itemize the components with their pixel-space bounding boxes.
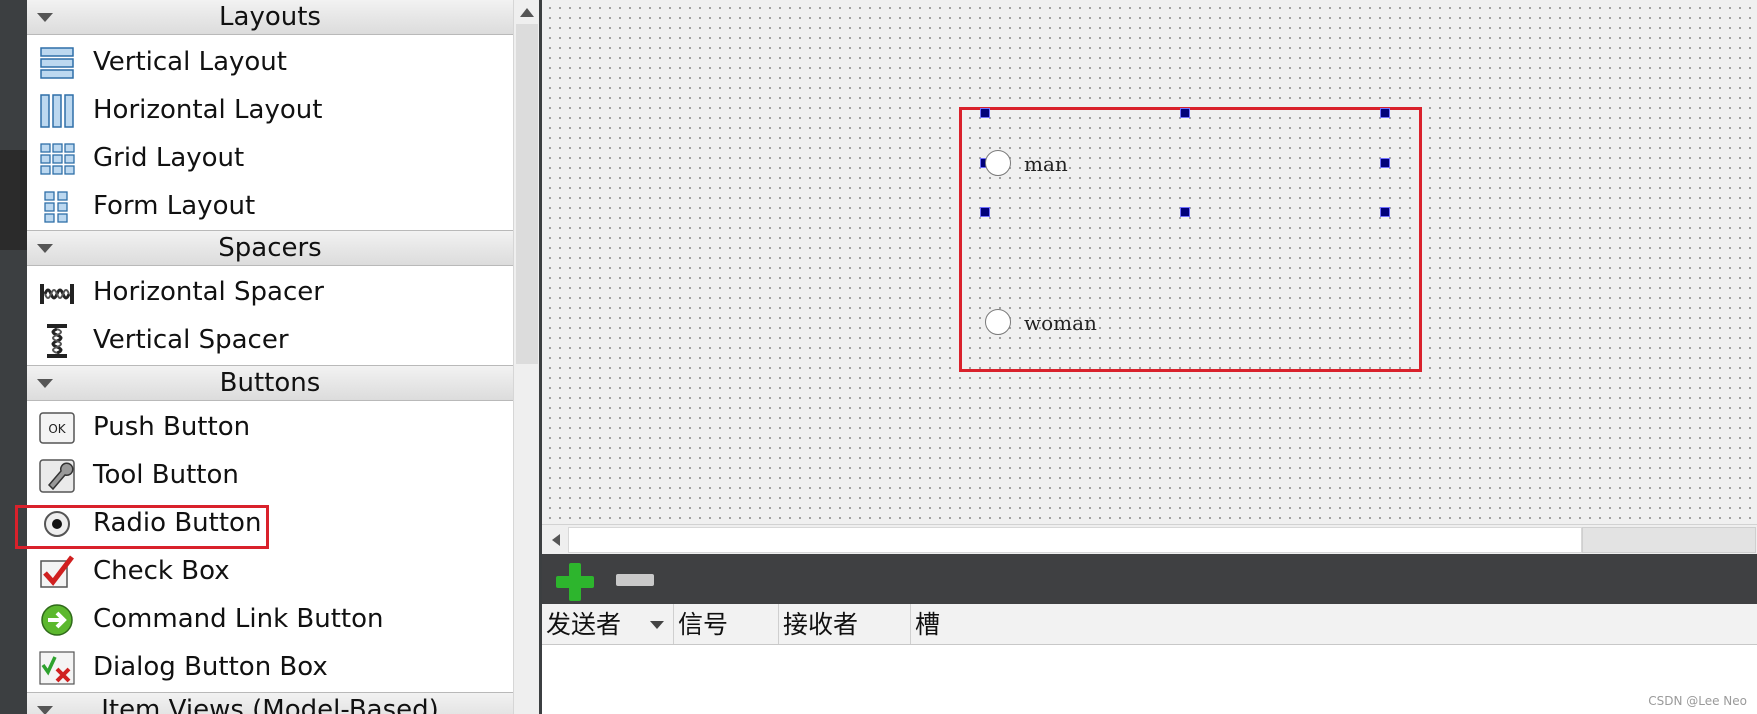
sort-down-arrow-icon[interactable] [650,621,664,629]
signal-slot-toolbar [542,554,1757,604]
svg-text:OK: OK [48,422,66,436]
widget-item-horizontal-spacer[interactable]: Horizontal Spacer [27,270,513,314]
widget-item-label: Check Box [93,556,230,586]
widget-item-label: Vertical Spacer [93,325,289,355]
widget-item-label: Form Layout [93,191,256,221]
scroll-thumb[interactable] [516,24,538,364]
category-header-layouts[interactable]: Layouts [27,0,513,35]
form-layout-icon [44,191,68,223]
watermark-text: CSDN @Lee Neo [1648,694,1747,708]
radio-button-highlight-box [15,505,269,549]
column-slot-label: 槽 [915,610,941,639]
column-slot[interactable]: 槽 [911,604,1757,644]
push-button-icon: OK [39,412,75,444]
widget-item-grid-layout[interactable]: Grid Layout [27,136,513,180]
radio-man-indicator[interactable] [985,150,1011,176]
widget-item-label: Push Button [93,412,251,442]
radio-man-label[interactable]: man [1024,152,1068,176]
collapse-arrow-icon [37,706,53,714]
selection-handle[interactable] [1380,158,1390,168]
radio-woman-indicator[interactable] [985,309,1011,335]
grid-layout-icon [40,143,75,175]
scroll-left-arrow-icon[interactable] [552,534,560,546]
category-header-buttons[interactable]: Buttons [27,365,513,401]
widget-item-form-layout[interactable]: Form Layout [27,184,513,228]
category-header-spacers[interactable]: Spacers [27,230,513,266]
radio-woman-label[interactable]: woman [1024,311,1097,335]
column-sender-label: 发送者 [546,610,622,639]
selection-handle[interactable] [1180,207,1190,217]
widget-item-label: Vertical Layout [93,47,287,77]
collapse-arrow-icon [37,379,53,388]
column-sender[interactable]: 发送者 [542,604,674,644]
vertical-spacer-icon [47,324,67,358]
horizontal-layout-icon [40,94,74,128]
scroll-up-arrow-icon[interactable] [520,8,534,17]
left-strip [0,0,27,714]
widget-item-label: Grid Layout [93,143,245,173]
widget-item-label: Command Link Button [93,604,384,634]
category-label: Item Views (Model-Based) [101,695,439,714]
add-connection-plus-icon[interactable] [556,563,594,601]
signal-slot-header: 发送者 信号 接收者 槽 [542,604,1757,645]
category-header-item-views[interactable]: Item Views (Model-Based) [27,692,513,714]
check-box-icon [40,555,74,588]
command-link-arrow-icon [41,604,73,636]
category-label: Layouts [219,2,321,32]
signal-slot-list[interactable] [542,645,1757,714]
collapse-arrow-icon [37,244,53,253]
tool-button-icon [39,459,75,493]
widget-item-label: Tool Button [93,460,239,490]
column-signal[interactable]: 信号 [674,604,779,644]
category-label: Spacers [218,233,322,263]
dialog-button-box-icon [39,651,75,685]
selection-handle[interactable] [1380,108,1390,118]
column-signal-label: 信号 [678,610,729,639]
scroll-thumb[interactable] [1582,527,1756,553]
widget-item-tool-button[interactable]: Tool Button [27,453,513,497]
widget-item-label: Dialog Button Box [93,652,328,682]
left-strip-dark-band [0,150,27,250]
widget-item-command-link-button[interactable]: Command Link Button [27,597,513,641]
widget-item-vertical-spacer[interactable]: Vertical Spacer [27,318,513,362]
widget-box-scrollbar[interactable] [513,0,540,714]
widget-item-check-box[interactable]: Check Box [27,549,513,593]
widget-item-label: Horizontal Layout [93,95,323,125]
collapse-arrow-icon [37,13,53,22]
left-strip-background [0,0,27,714]
selection-handle[interactable] [1180,108,1190,118]
category-label: Buttons [219,368,321,398]
horizontal-spacer-icon [40,284,74,304]
widget-item-dialog-button-box[interactable]: Dialog Button Box [27,645,513,689]
vertical-layout-icon [40,47,74,79]
column-receiver-label: 接收者 [783,610,859,639]
widget-box-panel: Layouts Vertical Layout Horizontal Layou… [27,0,515,714]
scroll-track[interactable] [568,527,1582,553]
selection-handle[interactable] [980,108,990,118]
selection-handle[interactable] [1380,207,1390,217]
widget-item-horizontal-layout[interactable]: Horizontal Layout [27,88,513,132]
widget-item-vertical-layout[interactable]: Vertical Layout [27,40,513,84]
canvas-horizontal-scrollbar[interactable] [542,524,1757,555]
plus-vertical-bar [569,563,581,601]
widget-item-label: Horizontal Spacer [93,277,324,307]
widget-item-push-button[interactable]: OK Push Button [27,405,513,449]
column-receiver[interactable]: 接收者 [779,604,911,644]
remove-connection-minus-icon[interactable] [616,574,654,586]
selection-handle[interactable] [980,207,990,217]
